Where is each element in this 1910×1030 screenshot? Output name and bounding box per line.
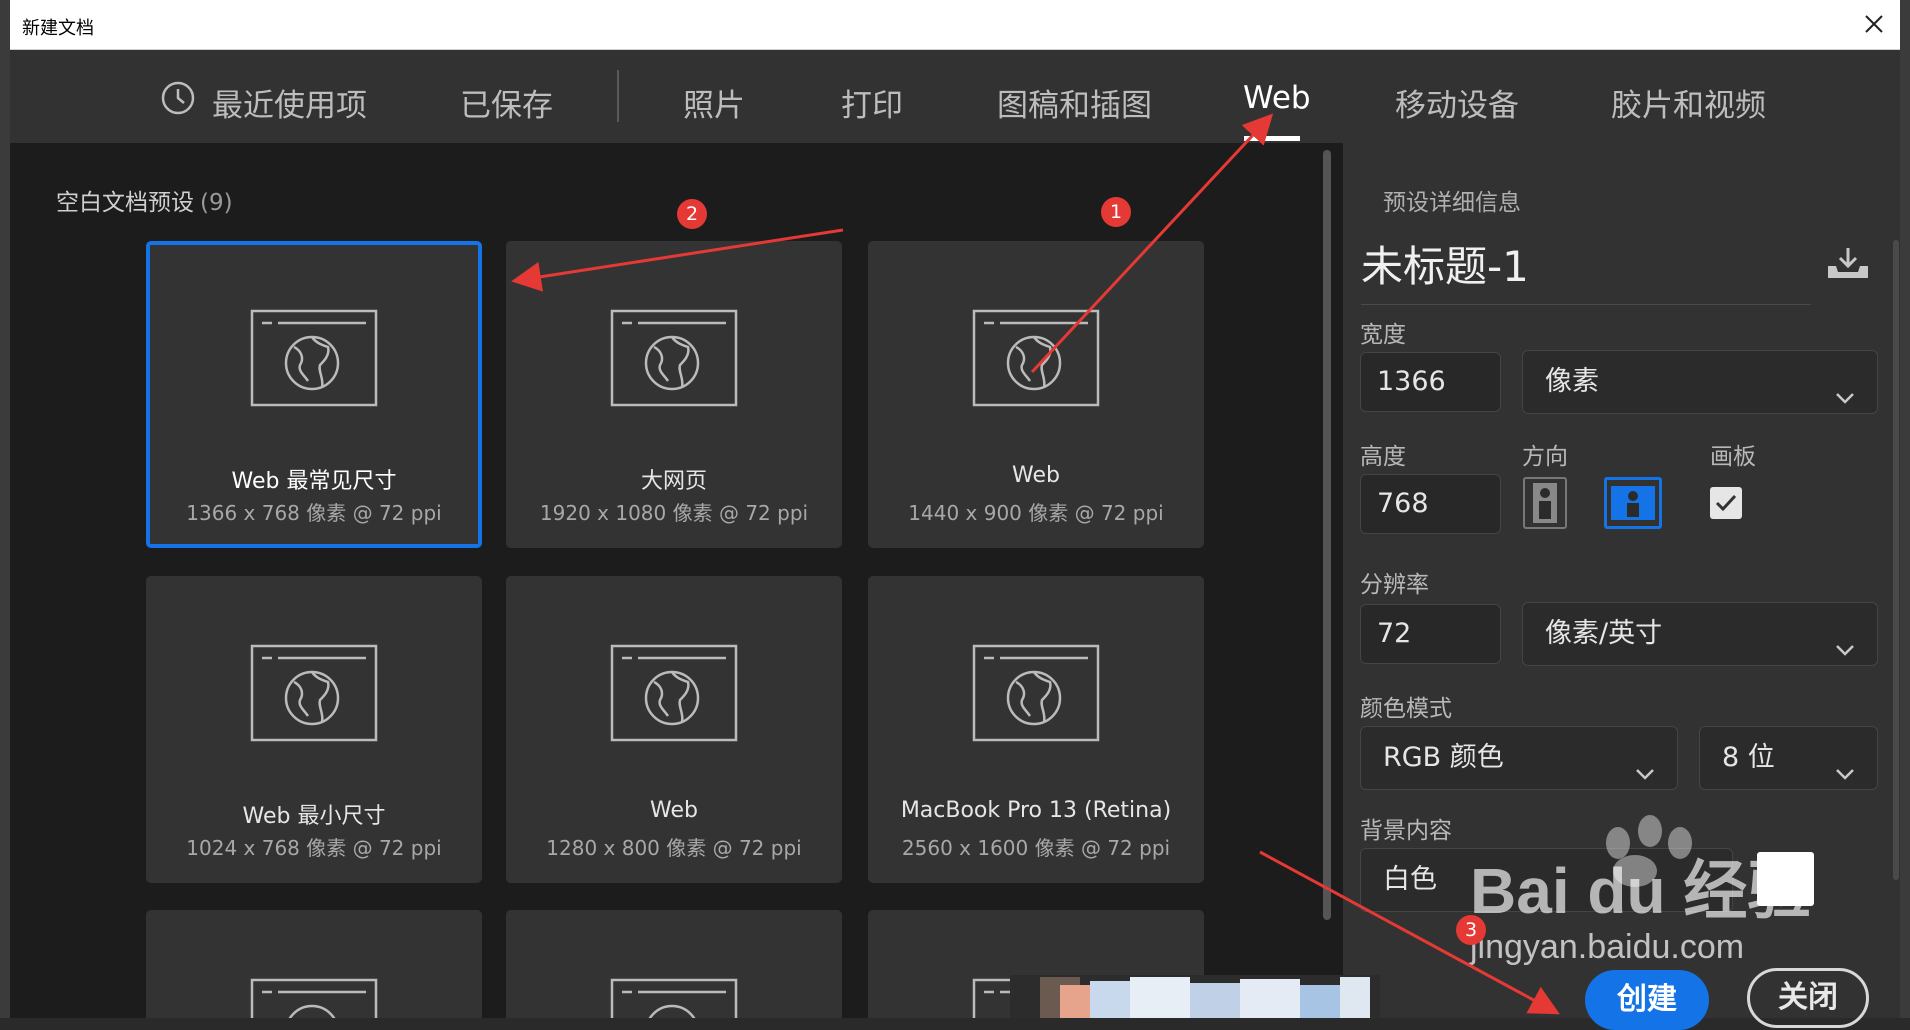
annotation-arrows [511, 113, 1560, 1015]
annotation-badge-3: 3 [1456, 915, 1486, 945]
annotation-arrow-3 [1259, 850, 1560, 1015]
annotation-badge-2: 2 [677, 199, 707, 229]
annotation-badge-1: 1 [1101, 197, 1131, 227]
annotation-arrow-2 [511, 228, 844, 292]
annotation-arrow-1 [1030, 113, 1274, 374]
